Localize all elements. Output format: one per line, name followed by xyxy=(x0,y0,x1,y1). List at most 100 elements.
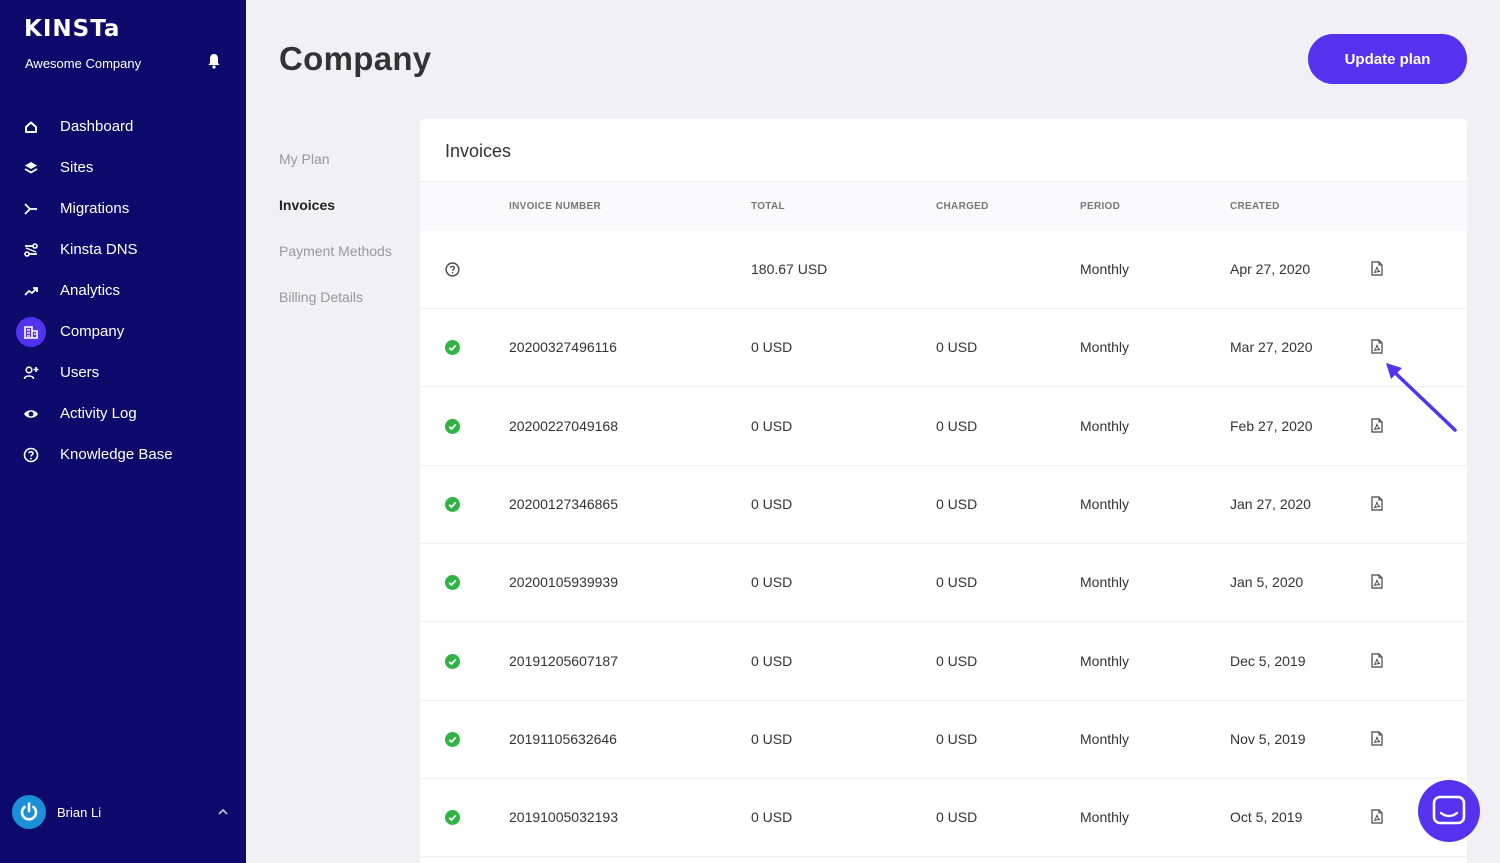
company-switcher[interactable]: Awesome Company xyxy=(25,56,141,71)
chat-button[interactable] xyxy=(1418,780,1480,842)
help-circle-icon xyxy=(16,440,46,470)
sidebar-item-knowledge-base[interactable]: Knowledge Base xyxy=(0,434,246,475)
table-row: 180.67 USD Monthly Apr 27, 2020 xyxy=(420,231,1467,309)
invoice-total: 0 USD xyxy=(751,652,793,669)
tab-my-plan[interactable]: My Plan xyxy=(279,151,330,167)
invoice-created: Dec 5, 2019 xyxy=(1230,652,1306,669)
user-name: Brian Li xyxy=(57,805,102,820)
sidebar-item-label: Activity Log xyxy=(60,405,137,422)
invoice-number: 20191205607187 xyxy=(509,652,619,669)
invoices-card: Invoices INVOICE NUMBER TOTAL CHARGED PE… xyxy=(420,119,1467,863)
column-header-invoice-number: INVOICE NUMBER xyxy=(509,201,601,212)
invoice-charged: 0 USD xyxy=(936,809,978,826)
tab-payment-methods[interactable]: Payment Methods xyxy=(279,243,392,259)
sidebar-item-company[interactable]: Company xyxy=(0,311,246,352)
eye-icon xyxy=(16,399,46,429)
invoice-charged: 0 USD xyxy=(936,495,978,512)
download-pdf-icon[interactable] xyxy=(1371,496,1383,511)
download-pdf-icon[interactable] xyxy=(1371,652,1383,668)
invoice-created: Nov 5, 2019 xyxy=(1230,730,1306,747)
power-icon xyxy=(20,802,38,821)
question-circle-icon xyxy=(445,262,460,277)
building-icon xyxy=(16,316,46,347)
download-pdf-icon[interactable] xyxy=(1371,339,1383,354)
sidebar-item-label: Migrations xyxy=(60,200,130,217)
column-header-created: CREATED xyxy=(1230,201,1280,212)
invoice-total: 0 USD xyxy=(751,417,793,434)
invoice-period: Monthly xyxy=(1080,261,1130,277)
check-circle-icon xyxy=(445,653,460,669)
sidebar-item-label: Kinsta DNS xyxy=(60,241,138,258)
check-circle-icon xyxy=(445,575,460,591)
table-row: 20191005032193 0 USD 0 USD Monthly Oct 5, 20… xyxy=(420,779,1467,858)
user-plus-icon xyxy=(16,358,46,388)
invoice-total: 0 USD xyxy=(751,495,793,512)
sidebar-item-label: Sites xyxy=(60,159,94,176)
invoice-number: 20191005032193 xyxy=(509,809,619,826)
invoice-charged: 0 USD xyxy=(936,652,978,669)
invoice-charged: 0 USD xyxy=(936,730,978,747)
invoice-number: 20200327496116 xyxy=(509,339,617,356)
table-row: 20191105632646 0 USD 0 USD Monthly Nov 5, 20… xyxy=(420,701,1467,779)
avatar[interactable] xyxy=(12,795,46,829)
check-circle-icon xyxy=(445,810,460,826)
invoice-total: 0 USD xyxy=(751,339,793,356)
invoice-charged: 0 USD xyxy=(936,574,978,591)
column-header-charged: CHARGED xyxy=(936,201,989,212)
sidebar-item-label: Analytics xyxy=(60,282,121,299)
sidebar-item-label: Dashboard xyxy=(60,118,134,135)
invoice-period: Monthly xyxy=(1080,652,1130,669)
chevron-up-icon[interactable] xyxy=(216,805,230,819)
sidebar-item-users[interactable]: Users xyxy=(0,352,246,393)
invoice-number: 20191105632646 xyxy=(509,730,617,747)
check-circle-icon xyxy=(445,340,460,356)
download-pdf-icon[interactable] xyxy=(1371,731,1383,746)
tab-billing-details[interactable]: Billing Details xyxy=(279,289,363,305)
table-header: INVOICE NUMBER TOTAL CHARGED PERIOD CREA… xyxy=(420,181,1467,231)
column-header-period: PERIOD xyxy=(1080,201,1121,212)
invoice-period: Monthly xyxy=(1080,730,1130,747)
invoice-total: 0 USD xyxy=(751,574,793,591)
kinsta-logo[interactable]: KINSTa xyxy=(24,16,120,42)
invoice-period: Monthly xyxy=(1080,809,1130,826)
check-circle-icon xyxy=(445,731,460,747)
download-pdf-icon[interactable] xyxy=(1371,809,1383,824)
invoice-created: Jan 27, 2020 xyxy=(1230,495,1311,512)
download-pdf-icon[interactable] xyxy=(1371,261,1383,276)
trend-icon xyxy=(16,276,46,306)
invoice-number: 20200127346865 xyxy=(509,495,619,512)
user-menu[interactable]: Brian Li xyxy=(0,777,246,863)
home-icon xyxy=(16,112,46,142)
invoices-title: Invoices xyxy=(445,141,512,161)
table-row: 20191205607187 0 USD 0 USD Monthly Dec 5, 20… xyxy=(420,623,1467,701)
page-title: Company xyxy=(279,40,432,77)
sidebar-item-dashboard[interactable]: Dashboard xyxy=(0,106,246,147)
invoice-total: 180.67 USD xyxy=(751,261,828,277)
invoice-period: Monthly xyxy=(1080,417,1130,434)
bell-icon[interactable] xyxy=(207,53,221,69)
tab-invoices[interactable]: Invoices xyxy=(279,197,335,213)
download-pdf-icon[interactable] xyxy=(1371,574,1383,589)
sidebar-item-label: Users xyxy=(60,364,100,381)
check-circle-icon xyxy=(445,496,460,512)
sidebar-item-sites[interactable]: Sites xyxy=(0,147,246,188)
sidebar-nav: Dashboard Sites Migrations Kinsta DNS An… xyxy=(0,106,246,475)
invoice-number: 20200227049168 xyxy=(509,417,619,434)
check-circle-icon xyxy=(445,418,460,434)
update-plan-button[interactable]: Update plan xyxy=(1308,34,1467,84)
column-header-total: TOTAL xyxy=(751,201,785,212)
sidebar-item-label: Knowledge Base xyxy=(60,446,173,463)
invoice-created: Mar 27, 2020 xyxy=(1230,339,1313,356)
invoice-charged: 0 USD xyxy=(936,417,978,434)
invoice-total: 0 USD xyxy=(751,809,793,826)
sidebar: KINSTa Awesome Company Dashboard Sites M… xyxy=(0,0,246,863)
sidebar-item-activity-log[interactable]: Activity Log xyxy=(0,393,246,434)
invoice-created: Feb 27, 2020 xyxy=(1230,417,1313,434)
sidebar-item-kinsta-dns[interactable]: Kinsta DNS xyxy=(0,229,246,270)
table-row: 20200227049168 0 USD 0 USD Monthly Feb 27, 2… xyxy=(420,388,1467,466)
invoice-charged: 0 USD xyxy=(936,339,978,356)
table-row: 20200327496116 0 USD 0 USD Monthly Mar 27, 2… xyxy=(420,309,1467,388)
sidebar-item-migrations[interactable]: Migrations xyxy=(0,188,246,229)
sidebar-item-analytics[interactable]: Analytics xyxy=(0,270,246,311)
invoice-created: Oct 5, 2019 xyxy=(1230,809,1303,826)
